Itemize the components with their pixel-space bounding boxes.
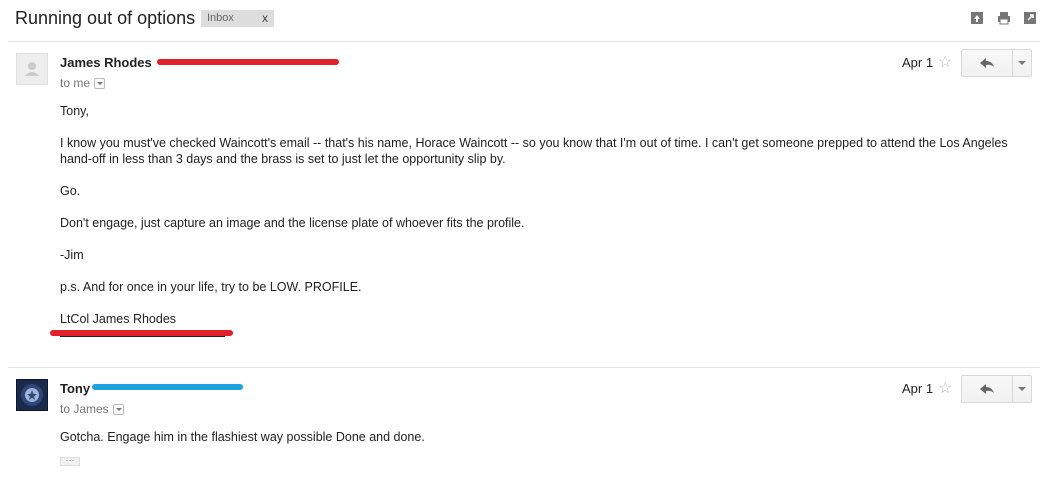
message-paragraph: I know you must've checked Waincott's em… <box>60 136 1008 166</box>
avatar <box>16 53 48 85</box>
shield-emblem-icon <box>21 384 43 406</box>
redacted-signature-email <box>50 330 233 336</box>
recipient-text: to James <box>60 402 109 416</box>
sender-name[interactable]: Tony <box>60 381 90 396</box>
message-date: Apr 1 <box>902 55 934 70</box>
details-dropdown[interactable] <box>112 404 124 416</box>
message-paragraph: -Jim <box>60 248 84 262</box>
message-paragraph: Don't engage, just capture an image and … <box>60 216 525 230</box>
more-options-button[interactable] <box>1012 50 1032 76</box>
star-icon[interactable]: ☆ <box>938 378 952 398</box>
header-divider <box>8 41 1040 42</box>
signature-name: LtCol James Rhodes <box>60 312 177 326</box>
recipient-text: to me <box>60 76 91 90</box>
inbox-label-chip[interactable]: Inbox x <box>201 10 274 27</box>
remove-label-button[interactable]: x <box>262 10 268 27</box>
thread-subject: Running out of options <box>15 8 196 28</box>
star-icon[interactable]: ☆ <box>938 52 952 72</box>
redacted-email <box>157 59 339 65</box>
message-greeting: Tony, <box>60 104 89 118</box>
more-options-button[interactable] <box>1012 376 1032 402</box>
thread-header: Running out of options Inbox x <box>15 7 1040 33</box>
message-date: Apr 1 <box>902 381 934 396</box>
avatar <box>16 379 48 411</box>
details-dropdown[interactable] <box>94 78 106 90</box>
show-trimmed-content-button[interactable]: ··· <box>60 456 80 466</box>
message-paragraph: Go. <box>60 184 81 198</box>
recipient-line: to James <box>60 402 124 416</box>
reply-icon <box>980 58 994 68</box>
message-paragraph: Gotcha. Engage him in the flashiest way … <box>60 430 425 444</box>
message-divider <box>8 367 1040 368</box>
recipient-line: to me <box>60 76 106 90</box>
person-placeholder-icon <box>25 62 39 76</box>
print-icon[interactable] <box>997 11 1011 25</box>
reply-button-group <box>961 49 1032 77</box>
new-window-icon[interactable] <box>1023 11 1037 25</box>
reply-button-group <box>961 375 1032 403</box>
reply-icon <box>980 384 994 394</box>
reply-button[interactable] <box>962 376 1013 402</box>
thread-actions <box>962 11 1037 30</box>
redacted-email <box>92 384 243 390</box>
message-paragraph: p.s. And for once in your life, try to b… <box>60 280 362 294</box>
reply-button[interactable] <box>962 50 1013 76</box>
signature-link-underline <box>60 336 225 337</box>
archive-icon[interactable] <box>970 11 984 25</box>
sender-name[interactable]: James Rhodes <box>60 55 152 70</box>
label-text: Inbox <box>207 12 234 24</box>
